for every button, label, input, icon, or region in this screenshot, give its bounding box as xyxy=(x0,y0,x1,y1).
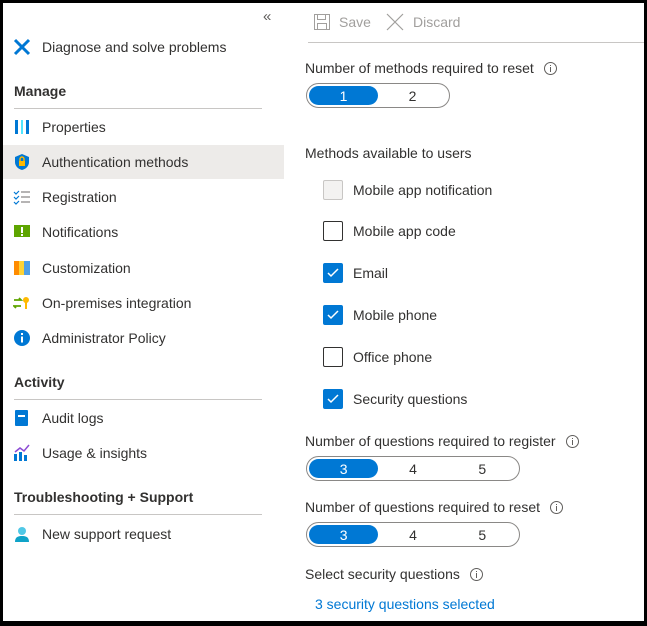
methods-reset-label: Number of methods required to reset xyxy=(305,60,557,76)
toolbar-divider xyxy=(308,42,644,43)
checkbox-mobile-phone[interactable]: Mobile phone xyxy=(323,305,437,325)
checkbox-label: Office phone xyxy=(353,349,433,365)
sidebar-item-audit-logs[interactable]: Audit logs xyxy=(3,401,284,435)
label-text: Select security questions xyxy=(305,566,460,582)
methods-available-label: Methods available to users xyxy=(305,145,472,161)
option-5[interactable]: 5 xyxy=(448,459,517,478)
questions-register-toggle[interactable]: 3 4 5 xyxy=(306,456,520,481)
sidebar-item-usage-insights[interactable]: Usage & insights xyxy=(3,436,284,470)
support-person-icon xyxy=(15,527,29,542)
label-text: Number of methods required to reset xyxy=(305,60,534,76)
collapse-sidebar-button[interactable]: « xyxy=(263,8,271,25)
checkbox-label: Mobile app code xyxy=(353,223,456,239)
divider xyxy=(14,108,262,109)
questions-reset-label: Number of questions required to reset xyxy=(305,499,564,515)
sidebar-item-notifications[interactable]: Notifications xyxy=(3,215,284,249)
option-1[interactable]: 1 xyxy=(309,86,378,105)
checkmark-icon xyxy=(327,268,339,278)
discard-label: Discard xyxy=(413,14,461,30)
sidebar-item-label: New support request xyxy=(42,526,172,542)
book-icon xyxy=(15,410,28,426)
sidebar-item-authentication-methods[interactable]: Authentication methods xyxy=(3,145,284,179)
divider xyxy=(14,399,262,400)
info-icon[interactable] xyxy=(565,434,579,448)
checkbox[interactable] xyxy=(323,305,343,325)
checkbox[interactable] xyxy=(323,221,343,241)
label-text: Number of questions required to register xyxy=(305,433,556,449)
sidebar-item-on-premises[interactable]: On-premises integration xyxy=(3,286,284,320)
chart-icon xyxy=(14,444,30,461)
customization-icon xyxy=(14,261,30,275)
double-chevron-left-icon: « xyxy=(263,8,272,25)
checkbox[interactable] xyxy=(323,389,343,409)
sidebar-item-diagnose[interactable]: Diagnose and solve problems xyxy=(3,30,284,64)
save-label: Save xyxy=(339,14,371,30)
sidebar-item-label: Authentication methods xyxy=(42,154,189,170)
checkbox-mobile-app-code[interactable]: Mobile app code xyxy=(323,221,456,241)
option-3[interactable]: 3 xyxy=(309,525,379,544)
info-icon[interactable] xyxy=(469,567,483,581)
sync-key-icon xyxy=(13,297,29,309)
sidebar-item-administrator-policy[interactable]: Administrator Policy xyxy=(3,321,284,355)
checkbox[interactable] xyxy=(323,347,343,367)
section-manage: Manage xyxy=(14,83,67,99)
sidebar-item-registration[interactable]: Registration xyxy=(3,180,284,214)
save-button[interactable]: Save xyxy=(313,13,371,31)
checkbox[interactable] xyxy=(323,180,343,200)
methods-reset-toggle[interactable]: 1 2 xyxy=(306,83,450,108)
option-3[interactable]: 3 xyxy=(309,459,379,478)
close-icon xyxy=(386,13,404,31)
sidebar-item-label: Usage & insights xyxy=(42,445,148,461)
questions-register-label: Number of questions required to register xyxy=(305,433,579,449)
checklist-icon xyxy=(13,190,30,205)
checkbox-label: Email xyxy=(353,265,389,281)
checkbox-label: Security questions xyxy=(353,391,468,407)
select-questions-label: Select security questions xyxy=(305,566,483,582)
checkbox-label: Mobile phone xyxy=(353,307,438,323)
sidebar-item-label: Notifications xyxy=(42,224,119,240)
properties-icon xyxy=(15,120,29,134)
checkbox-mobile-app-notification[interactable]: Mobile app notification xyxy=(323,180,492,200)
sidebar-item-customization[interactable]: Customization xyxy=(3,251,284,285)
sidebar-item-properties[interactable]: Properties xyxy=(3,110,284,144)
discard-button[interactable]: Discard xyxy=(386,13,460,31)
section-activity: Activity xyxy=(14,374,65,390)
sidebar-item-label: Diagnose and solve problems xyxy=(42,39,227,55)
info-icon xyxy=(14,330,30,346)
checkmark-icon xyxy=(327,394,339,404)
checkbox[interactable] xyxy=(323,263,343,283)
shield-lock-icon xyxy=(15,154,29,170)
sidebar-item-label: On-premises integration xyxy=(42,295,192,311)
info-icon[interactable] xyxy=(543,61,557,75)
sidebar-item-label: Properties xyxy=(42,119,106,135)
option-4[interactable]: 4 xyxy=(378,525,447,544)
section-troubleshooting: Troubleshooting + Support xyxy=(14,489,194,505)
notification-icon xyxy=(14,225,30,237)
divider xyxy=(14,514,262,515)
checkbox-label: Mobile app notification xyxy=(353,182,493,198)
sidebar-item-label: Audit logs xyxy=(42,410,104,426)
option-2[interactable]: 2 xyxy=(378,86,447,105)
option-5[interactable]: 5 xyxy=(448,525,517,544)
label-text: Number of questions required to reset xyxy=(305,499,541,515)
sidebar-item-label: Customization xyxy=(42,260,131,276)
checkbox-email[interactable]: Email xyxy=(323,263,388,283)
save-icon xyxy=(314,14,330,30)
questions-reset-toggle[interactable]: 3 4 5 xyxy=(306,522,520,547)
checkmark-icon xyxy=(327,310,339,320)
security-questions-link[interactable]: 3 security questions selected xyxy=(315,596,495,612)
wrench-icon xyxy=(13,38,31,56)
checkbox-office-phone[interactable]: Office phone xyxy=(323,347,432,367)
sidebar-item-label: Registration xyxy=(42,189,117,205)
checkbox-security-questions[interactable]: Security questions xyxy=(323,389,467,409)
sidebar-item-new-support-request[interactable]: New support request xyxy=(3,517,284,551)
sidebar-item-label: Administrator Policy xyxy=(42,330,166,346)
info-icon[interactable] xyxy=(550,500,564,514)
option-4[interactable]: 4 xyxy=(378,459,447,478)
